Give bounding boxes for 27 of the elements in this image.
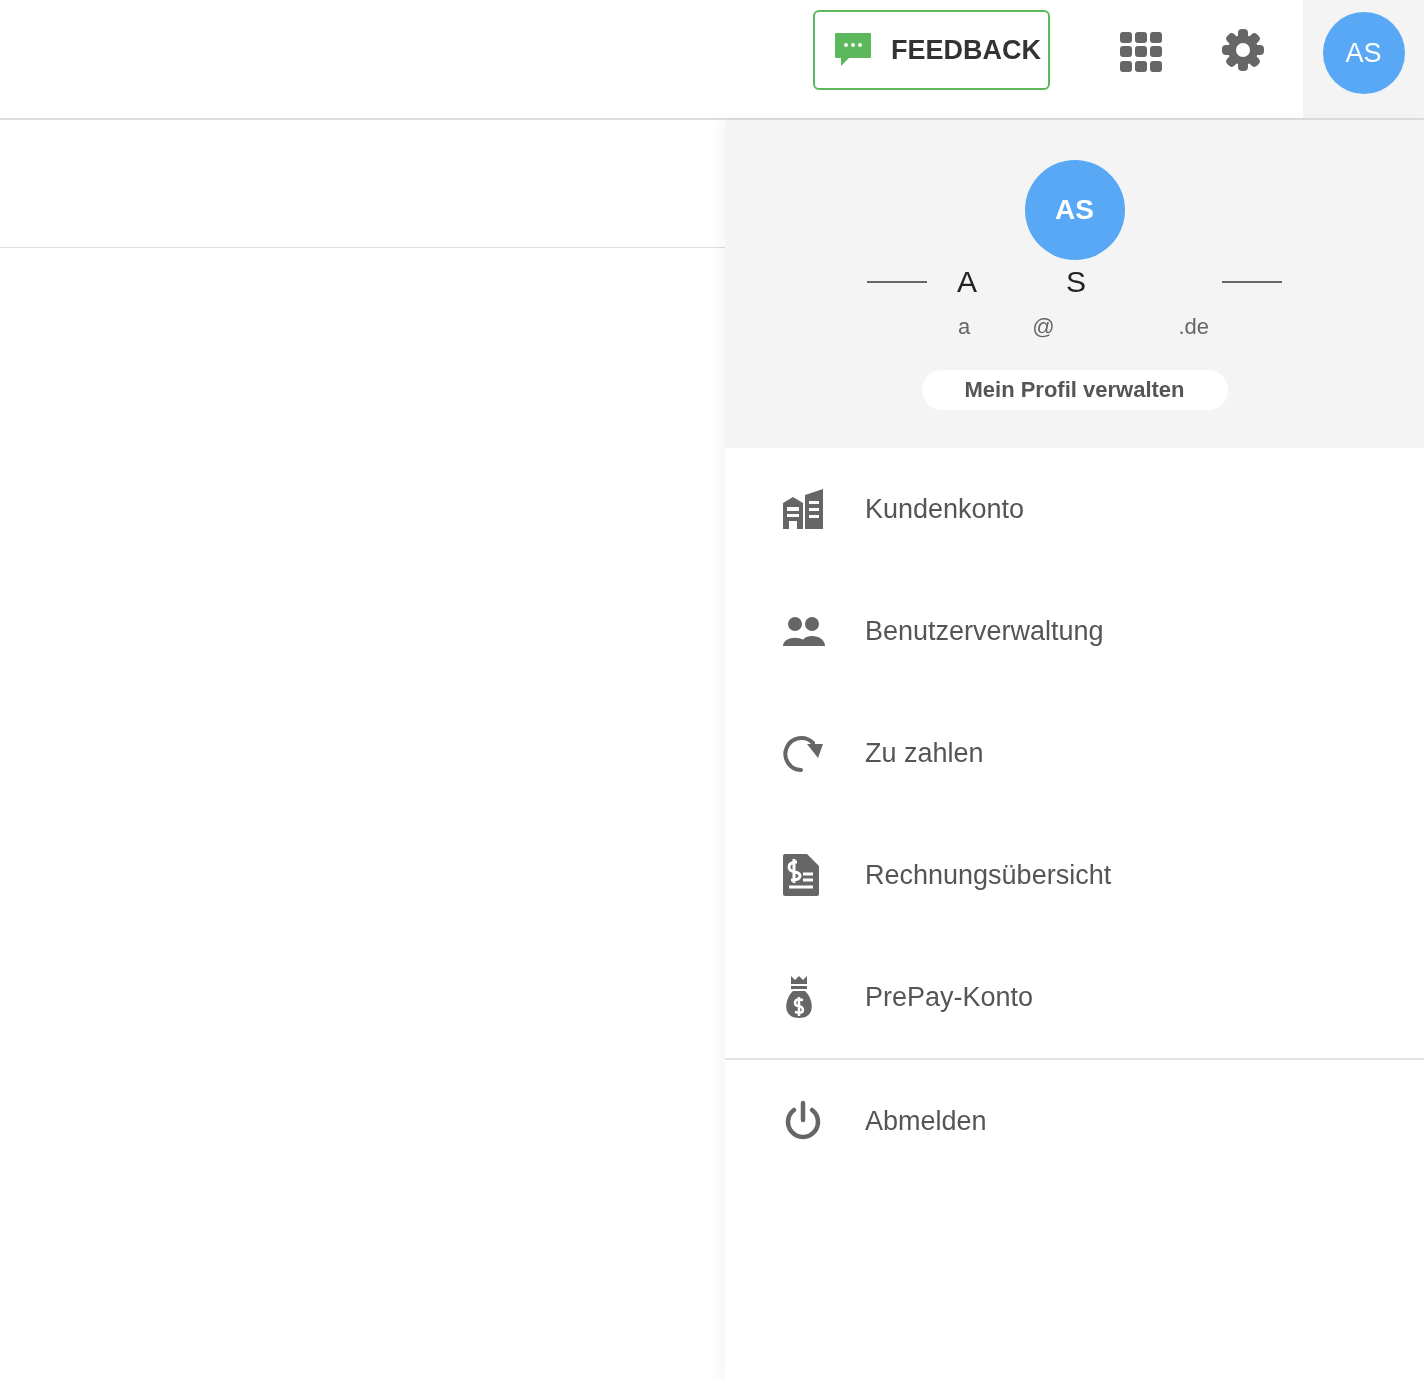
money-bag-icon bbox=[783, 976, 815, 1018]
buildings-icon bbox=[783, 489, 825, 529]
feedback-button[interactable]: FEEDBACK bbox=[813, 10, 1050, 90]
name-part: S bbox=[1066, 265, 1086, 299]
menu-item[interactable]: Kundenkonto bbox=[725, 448, 1424, 570]
divider-line bbox=[867, 281, 927, 283]
settings-button[interactable] bbox=[1221, 28, 1265, 72]
apps-grid-icon bbox=[1120, 32, 1162, 72]
menu-item[interactable]: Zu zahlen bbox=[725, 692, 1424, 814]
invoice-icon bbox=[783, 854, 819, 896]
menu-item[interactable]: Benutzerverwaltung bbox=[725, 570, 1424, 692]
profile-avatar: AS bbox=[1024, 160, 1125, 260]
redo-arrow-icon bbox=[783, 734, 825, 772]
menu-item[interactable]: Rechnungsübersicht bbox=[725, 814, 1424, 936]
power-icon bbox=[783, 1100, 823, 1142]
menu-item[interactable]: PrePay-Konto bbox=[725, 936, 1424, 1058]
settings-icon bbox=[1222, 29, 1264, 71]
menu-item[interactable]: Abmelden bbox=[725, 1060, 1424, 1182]
chat-bubble-icon bbox=[835, 33, 871, 67]
apps-grid-button[interactable] bbox=[1119, 30, 1163, 74]
divider-line bbox=[1222, 281, 1282, 283]
email-part: a bbox=[957, 314, 971, 340]
users-icon bbox=[783, 616, 825, 646]
email-part: .de bbox=[1178, 314, 1210, 340]
email-part: @ bbox=[1032, 314, 1055, 340]
name-part: A bbox=[957, 265, 977, 299]
manage-profile-button[interactable]: Mein Profil verwalten bbox=[921, 370, 1228, 410]
